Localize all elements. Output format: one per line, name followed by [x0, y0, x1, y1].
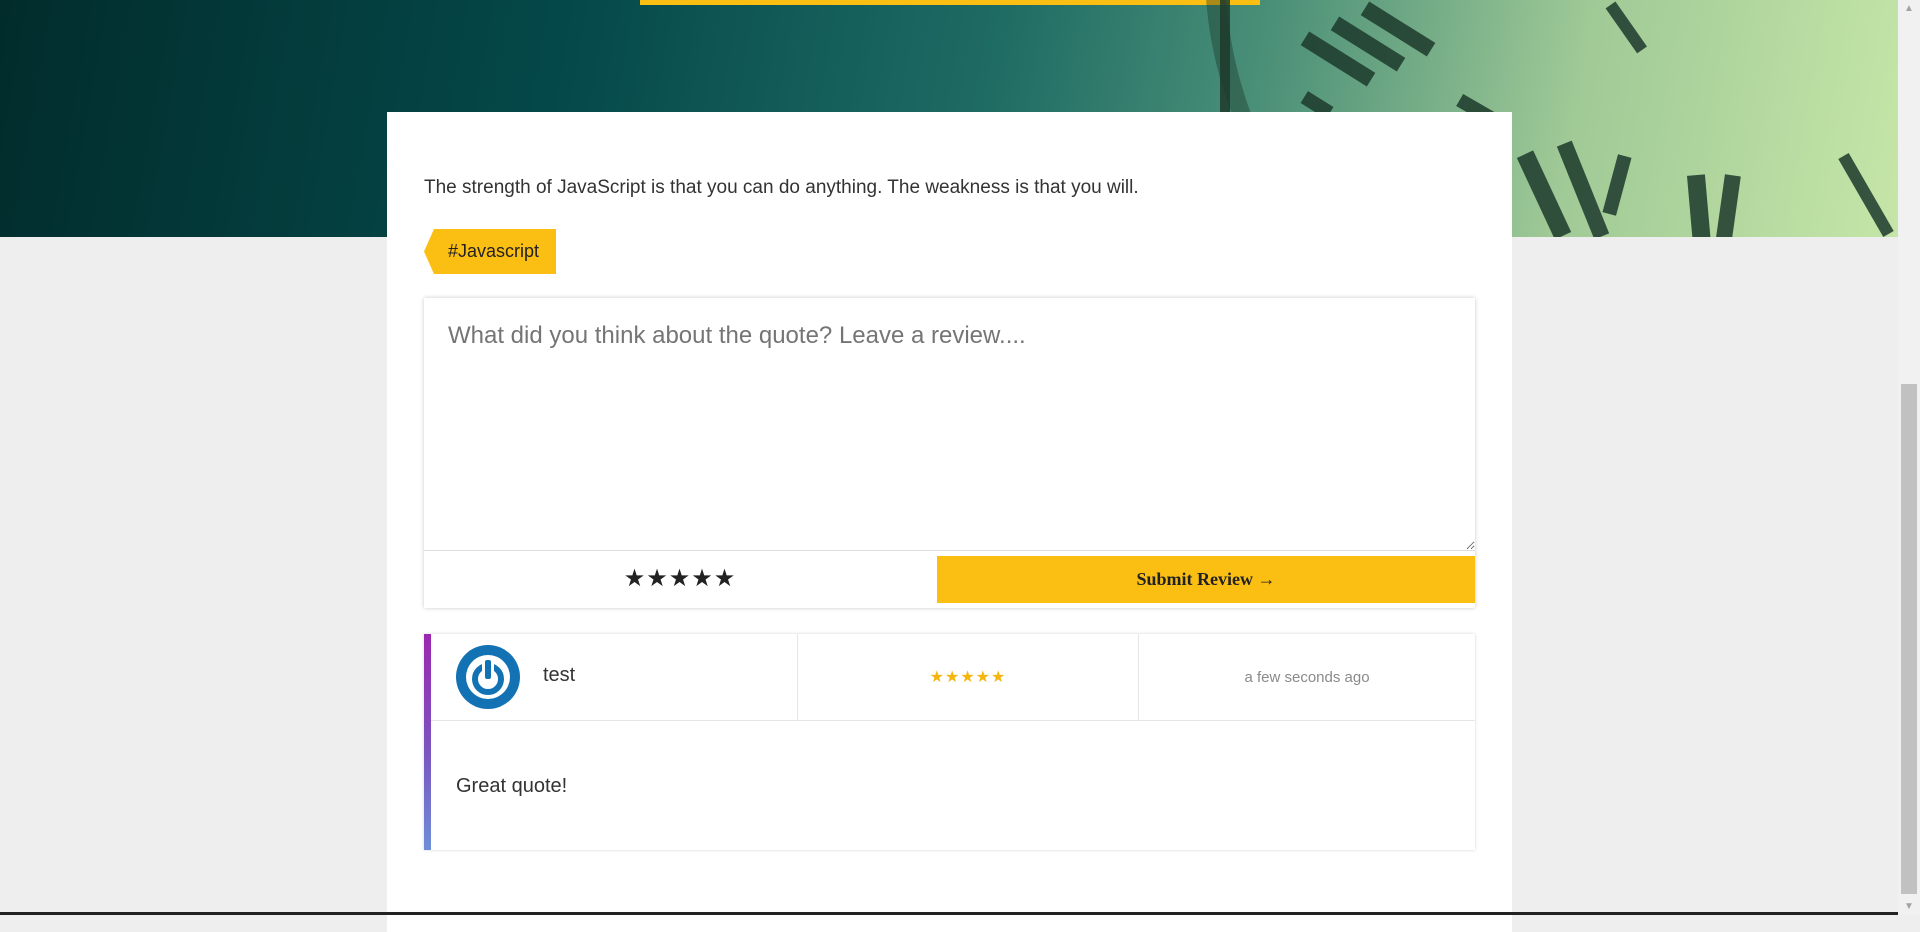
review-rating: ★★★★★ — [798, 634, 1139, 720]
quote-card: The strength of JavaScript is that you c… — [387, 112, 1512, 932]
review-header: test ★★★★★ a few seconds ago — [431, 634, 1475, 721]
chevron-up-icon[interactable]: ▲ — [1898, 0, 1920, 17]
tag-javascript[interactable]: #Javascript — [424, 229, 556, 274]
review-textarea[interactable] — [424, 298, 1475, 551]
review-body: Great quote! — [456, 775, 568, 797]
review-item: test ★★★★★ a few seconds ago Great quote… — [424, 634, 1475, 850]
submit-review-button[interactable]: Submit Review → — [937, 556, 1475, 603]
avatar — [456, 645, 520, 709]
power-icon — [459, 648, 517, 706]
rating-picker[interactable]: ★★★★★ — [424, 553, 936, 603]
review-timestamp: a few seconds ago — [1244, 668, 1370, 686]
review-user-cell: test — [431, 634, 798, 720]
review-form: ★★★★★ Submit Review → — [424, 298, 1475, 608]
chevron-down-icon[interactable]: ▼ — [1898, 898, 1920, 915]
review-username: test — [543, 664, 576, 686]
scrollbar-thumb[interactable] — [1901, 384, 1917, 894]
page-scrollbar[interactable]: ▲ ▼ — [1898, 0, 1920, 915]
review-accent-stripe — [424, 634, 431, 850]
quote-text: The strength of JavaScript is that you c… — [424, 177, 1139, 198]
